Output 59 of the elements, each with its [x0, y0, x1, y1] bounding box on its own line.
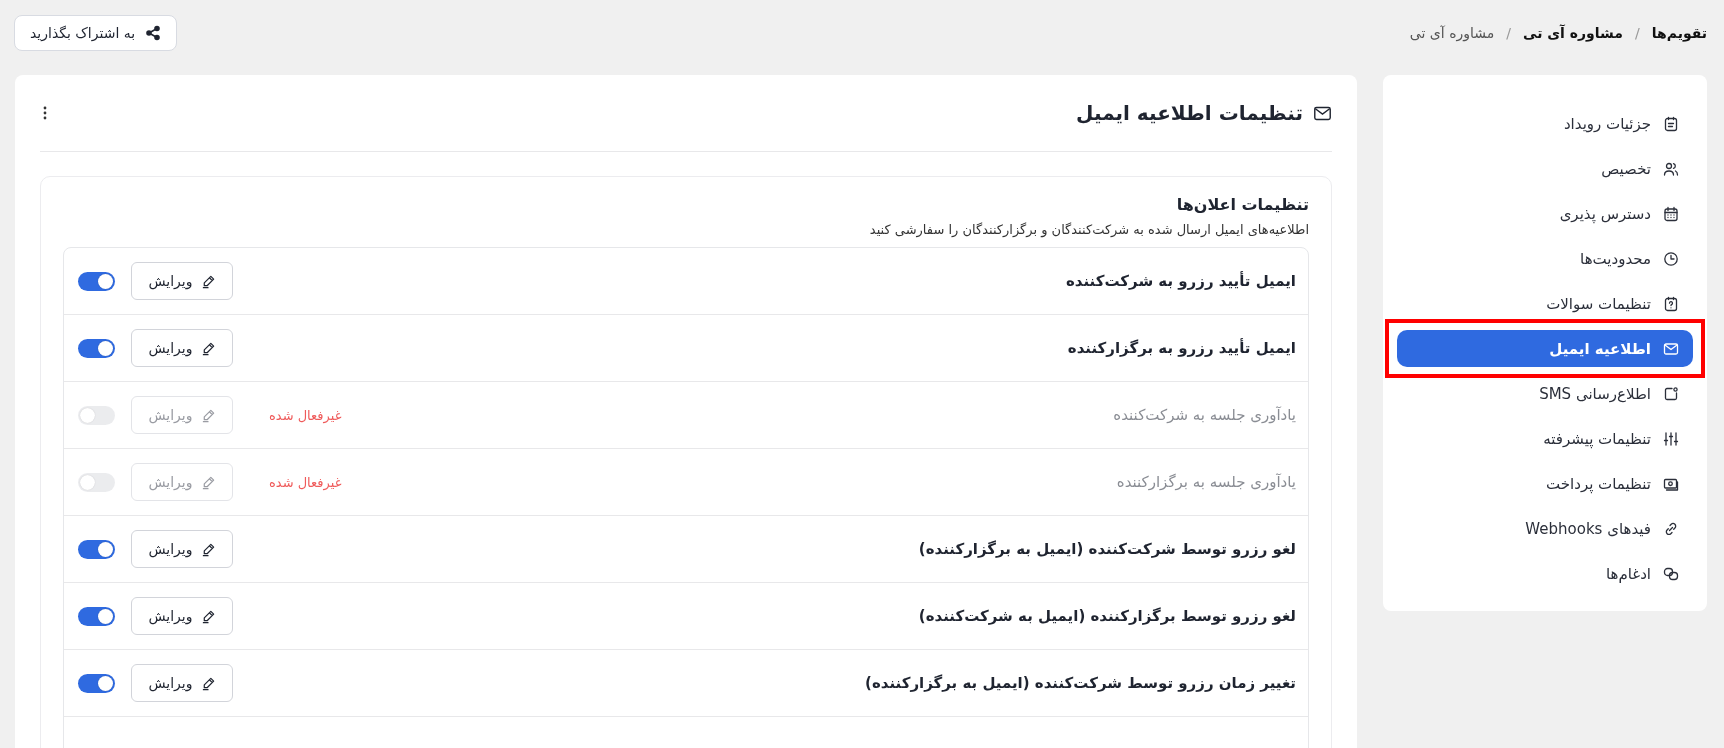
- edit-button[interactable]: ویرایش: [131, 597, 233, 635]
- notification-label: لغو رزرو توسط شرکت‌کننده (ایمیل به برگزارکننده): [917, 540, 1296, 558]
- sidebar-item[interactable]: اطلاع‌رسانی SMS: [1397, 375, 1693, 412]
- sidebar-item[interactable]: تنظیمات پیشرفته: [1397, 420, 1693, 457]
- breadcrumb-separator: /: [1506, 24, 1511, 41]
- sidebar-item[interactable]: تنظیمات سوالات: [1397, 285, 1693, 322]
- notification-label: تغییر زمان رزرو توسط شرکت‌کننده (ایمیل به برگزارکننده): [864, 674, 1296, 692]
- pencil-icon: [200, 541, 216, 557]
- sidebar-item[interactable]: ادغام‌ها: [1397, 555, 1693, 592]
- sidebar-item[interactable]: اطلاعیه ایمیل: [1397, 330, 1693, 367]
- status-label: غیرفعال شده: [269, 407, 342, 423]
- toggle-switch[interactable]: [78, 271, 115, 291]
- breadcrumb-link[interactable]: تقویم‌ها: [1651, 24, 1707, 41]
- edit-button[interactable]: ویرایش: [131, 262, 233, 300]
- section-title: تنظیمات اعلان‌ها: [1175, 195, 1309, 214]
- sidebar-item[interactable]: جزئیات رویداد: [1397, 105, 1693, 142]
- toggle-switch[interactable]: [78, 673, 115, 693]
- pencil-icon: [200, 608, 216, 624]
- sidebar-item[interactable]: محدودیت‌ها: [1397, 240, 1693, 277]
- notification-label: یادآوری جلسه به شرکت‌کننده: [1112, 406, 1296, 424]
- question-icon: [1663, 295, 1679, 312]
- toggle-switch[interactable]: [78, 606, 115, 626]
- edit-button[interactable]: ویرایش: [131, 329, 233, 367]
- mail-icon: [1663, 340, 1679, 357]
- sms-icon: [1663, 385, 1679, 402]
- pencil-icon: [200, 340, 216, 356]
- link-icon: [1663, 520, 1679, 537]
- toggle-switch[interactable]: [78, 472, 115, 492]
- toggle-switch[interactable]: [78, 539, 115, 559]
- notification-label: یادآوری جلسه به برگزارکننده: [1115, 473, 1296, 491]
- pencil-icon: [200, 407, 216, 423]
- sidebar-item[interactable]: تنظیمات پرداخت: [1397, 465, 1693, 502]
- breadcrumb-link[interactable]: مشاوره آی تی: [1522, 24, 1623, 41]
- calendar-icon: [1663, 205, 1679, 222]
- share-icon: [145, 24, 162, 41]
- pencil-icon: [200, 675, 216, 691]
- toggle-switch[interactable]: [78, 405, 115, 425]
- sidebar-item[interactable]: فیدهای Webhooks: [1397, 510, 1693, 547]
- more-icon[interactable]: [42, 105, 48, 121]
- pencil-icon: [200, 273, 216, 289]
- panel-title: تنظیمات اطلاعیه ایمیل: [1076, 101, 1303, 125]
- notification-label: لغو رزرو توسط برگزارکننده (ایمیل به شرکت‌کننده): [917, 607, 1296, 625]
- toggle-switch[interactable]: [78, 338, 115, 358]
- share-button[interactable]: به اشتراک بگذارید: [14, 14, 178, 51]
- pencil-icon: [200, 474, 216, 490]
- users-icon: [1663, 160, 1679, 177]
- edit-button[interactable]: ویرایش: [131, 530, 233, 568]
- edit-button[interactable]: ویرایش: [131, 664, 233, 702]
- merge-icon: [1663, 565, 1679, 582]
- breadcrumb-separator: /: [1634, 24, 1640, 41]
- sliders-icon: [1663, 430, 1679, 447]
- notification-label: ایمیل تأیید رزرو به برگزارکننده: [1066, 339, 1296, 357]
- status-label: غیرفعال شده: [269, 474, 342, 490]
- doc-icon: [1663, 115, 1679, 132]
- sidebar-item[interactable]: تخصیص: [1397, 150, 1693, 187]
- notification-label: ایمیل تأیید رزرو به شرکت‌کننده: [1064, 272, 1296, 290]
- clock-icon: [1663, 250, 1679, 267]
- section-subtitle: اطلاعیه‌های ایمیل ارسال شده به شرکت‌کنندگان و برگزارکنندگان را سفارشی کنید: [868, 222, 1309, 237]
- sidebar-item[interactable]: دسترس پذیری: [1397, 195, 1693, 232]
